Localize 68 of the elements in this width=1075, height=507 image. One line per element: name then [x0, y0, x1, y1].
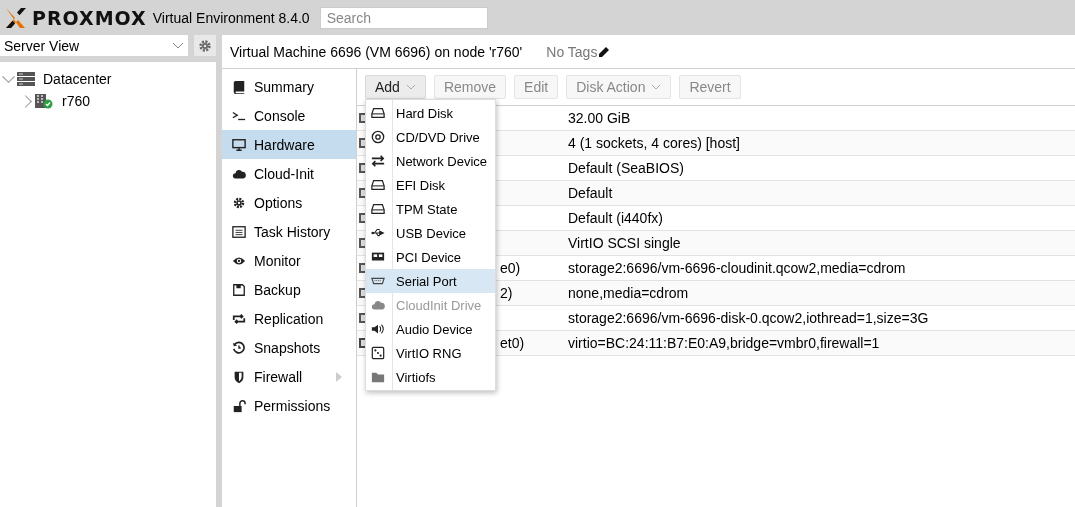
- table-cell-text: e0): [500, 260, 522, 276]
- gear-icon: [232, 195, 246, 210]
- shield-icon: [232, 369, 246, 384]
- search-field[interactable]: Search: [319, 6, 488, 29]
- table-cell-text: 2): [500, 285, 514, 301]
- tags-label: No Tags: [546, 43, 598, 60]
- menu-item[interactable]: EFI Disk: [366, 173, 495, 197]
- settings-button[interactable]: [194, 35, 216, 56]
- table-cell-text: storage2:6696/vm-6696-cloudinit.qcow2,media=cdrom: [568, 260, 907, 276]
- cloud-icon: [371, 298, 385, 312]
- table-cell-text: Default: [568, 185, 614, 201]
- nav-item[interactable]: Snapshots: [222, 333, 356, 362]
- chevron-down-icon: [172, 41, 184, 50]
- table-cell-text: Default (i440fx): [568, 210, 664, 226]
- menu-item[interactable]: Audio Device: [366, 317, 495, 341]
- table-cell-text: 32.00 GiB: [568, 110, 632, 126]
- menu-item[interactable]: VirtIO RNG: [366, 341, 495, 365]
- nav-item[interactable]: Summary: [222, 72, 356, 101]
- table-cell-text: virtio=BC:24:11:B7:E0:A9,bridge=vmbr0,firewall=1: [568, 335, 881, 351]
- menu-item[interactable]: Hard Disk: [366, 101, 495, 125]
- tree-item[interactable]: Datacenter: [43, 71, 112, 87]
- floppy-icon: [232, 282, 246, 297]
- nav-item[interactable]: Permissions: [222, 391, 356, 420]
- add-button[interactable]: Add: [365, 75, 426, 99]
- product-version: Virtual Environment 8.4.0: [152, 9, 310, 26]
- book-icon: [232, 79, 246, 94]
- menu-item[interactable]: USB Device: [366, 221, 495, 245]
- menu-item[interactable]: Network Device: [366, 149, 495, 173]
- menu-item[interactable]: Virtiofs: [366, 365, 495, 389]
- product-logo: PROXMOX: [32, 6, 147, 29]
- tree-item[interactable]: r760: [62, 93, 91, 109]
- menu-item[interactable]: PCI Device: [366, 245, 495, 269]
- list-icon: [232, 224, 246, 239]
- nav-item[interactable]: Firewall: [222, 362, 356, 391]
- menu-item[interactable]: CD/DVD Drive: [366, 125, 495, 149]
- table-cell-text: 4 (1 sockets, 4 cores) [host]: [568, 135, 741, 151]
- view-dropdown[interactable]: Server View: [0, 35, 188, 56]
- table-cell-text: storage2:6696/vm-6696-disk-0.qcow2,iothread=1,size=3G: [568, 310, 930, 326]
- arrows-icon: [371, 154, 385, 168]
- nav-item[interactable]: Monitor: [222, 246, 356, 275]
- table-cell-text: Default (SeaBIOS): [568, 160, 685, 176]
- history-icon: [232, 340, 246, 355]
- window-title: Virtual Machine 6696 (VM 6696) on node 'r760': [230, 43, 523, 60]
- folder-icon: [371, 370, 385, 384]
- nav-item[interactable]: Backup: [222, 275, 356, 304]
- speaker-icon: [371, 322, 385, 336]
- server-status-icon: [34, 93, 54, 109]
- nav-item[interactable]: Hardware: [222, 130, 356, 159]
- dice-icon: [371, 346, 385, 360]
- nav-item[interactable]: Replication: [222, 304, 356, 333]
- nav-item[interactable]: Console: [222, 101, 356, 130]
- disc-icon: [371, 130, 385, 144]
- card-icon: [371, 250, 385, 264]
- menu-item[interactable]: Serial Port: [366, 269, 495, 293]
- unlock-icon: [232, 398, 246, 413]
- nav-item[interactable]: Options: [222, 188, 356, 217]
- table-cell-text: et0): [500, 335, 526, 351]
- server-rack-icon: [17, 72, 35, 86]
- logo-icon: [4, 5, 28, 30]
- arrows-icon: [232, 311, 246, 326]
- table-cell-text: none,media=cdrom: [568, 285, 690, 301]
- settings-icon: [198, 38, 212, 53]
- table-cell-text: VirtIO SCSI single: [568, 235, 682, 251]
- nav-item[interactable]: Cloud-Init: [222, 159, 356, 188]
- menu-item[interactable]: TPM State: [366, 197, 495, 221]
- pencil-icon[interactable]: [598, 45, 611, 58]
- monitor-icon: [232, 137, 246, 152]
- nav-item[interactable]: Task History: [222, 217, 356, 246]
